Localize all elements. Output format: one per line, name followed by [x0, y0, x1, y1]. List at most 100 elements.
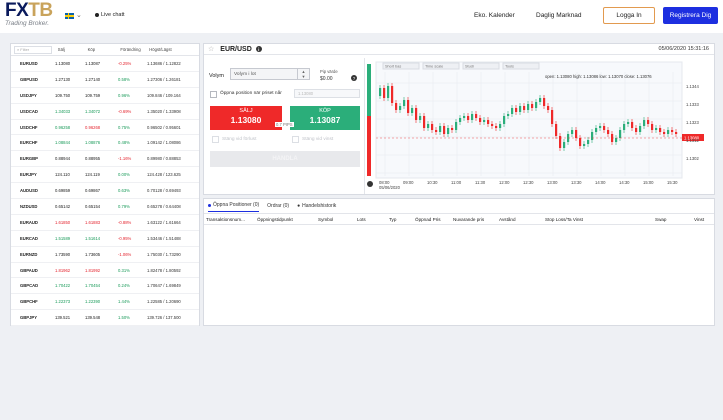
col-bid[interactable]: Sälj: [58, 47, 88, 52]
login-button[interactable]: Logga In: [603, 7, 655, 24]
tab-trade-history[interactable]: ● Handelshistorik: [297, 199, 336, 212]
candle-body: [659, 128, 662, 132]
col-profit[interactable]: Vinst: [694, 217, 704, 222]
chart-canvas[interactable]: Short bas Time scale Studi Tools open: 1.130…: [365, 58, 714, 194]
col-open-price[interactable]: Öppnad Pris: [415, 217, 441, 222]
buy-price: 1.13087: [309, 115, 341, 125]
info-icon[interactable]: i: [255, 46, 262, 52]
row-high-low: 1.13686 / 1.12822: [147, 60, 181, 66]
row-bid: 1.51589: [55, 235, 71, 241]
row-symbol: EURCHF: [20, 140, 38, 146]
volume-input[interactable]: Volym i lot ▲ ▼: [230, 68, 310, 80]
candle-body: [575, 130, 578, 138]
row-change: 0.31%: [118, 267, 130, 273]
fxtb-logo[interactable]: FXTB Trading Broker.: [5, 1, 53, 27]
open-price-placeholder: 1.13080: [298, 91, 314, 96]
buy-label: KÖP: [319, 108, 331, 114]
col-ask[interactable]: Köp: [88, 47, 121, 52]
tab-open-positions[interactable]: Öppna Positioner (0): [208, 199, 260, 212]
trade-submit-button[interactable]: HANDLA: [210, 151, 360, 167]
help-icon[interactable]: ?: [351, 75, 357, 81]
watchlist-row[interactable]: GBPJPY 139.521 139.548 1.50% 139.726 / 137.5…: [11, 310, 199, 327]
watchlist-row[interactable]: GBPCHF 1.22373 1.22390 1.44% 1.22585 / 1.206…: [11, 294, 199, 311]
col-lots[interactable]: Lots: [357, 217, 366, 222]
row-ask: 139.548: [85, 315, 101, 321]
price-chart[interactable]: Short bas Time scale Studi Tools open: 1.130…: [364, 58, 714, 194]
col-distance[interactable]: Avstånd: [499, 217, 516, 222]
watchlist-row[interactable]: EURNZD 1.73590 1.73605 -1.06% 1.75030 / 1.73…: [11, 247, 199, 263]
col-type[interactable]: Typ: [389, 217, 396, 222]
col-change[interactable]: Förändring: [120, 47, 149, 52]
take-profit-checkbox[interactable]: [292, 136, 299, 143]
watchlist-row[interactable]: EURUSD 1.13080 1.13087 -0.25% 1.13686 / 1.12…: [11, 56, 199, 72]
candle-body: [627, 122, 630, 124]
col-high-low[interactable]: Högst/Lägst: [149, 47, 199, 52]
col-swap[interactable]: Swap: [655, 217, 667, 222]
volume-stepper[interactable]: ▲ ▼: [297, 69, 309, 80]
candle-body: [415, 108, 418, 120]
watchlist-row[interactable]: GBPAUD 1.81962 1.81992 0.31% 1.82478 / 1.805…: [11, 263, 199, 279]
row-ask: 0.65154: [85, 203, 101, 209]
star-icon[interactable]: ☆: [208, 45, 214, 53]
x-axis-label: 13:00: [547, 180, 558, 185]
col-current-price[interactable]: Nuvarande pris: [453, 217, 484, 222]
watchlist-row[interactable]: EURAUD 1.61850 1.61883 -0.88% 1.63122 / 1.61…: [11, 215, 199, 231]
watchlist-row[interactable]: GBPUSD 1.27130 1.27140 0.58% 1.27306 / 1.261…: [11, 72, 199, 88]
candle-body: [603, 126, 606, 130]
candle-body: [663, 132, 666, 134]
watchlist-row[interactable]: EURJPY 124.110 124.119 0.00% 124.428 / 123.6…: [11, 167, 199, 184]
tab-orders[interactable]: Ordrar (0): [267, 199, 289, 212]
nav-daily-market[interactable]: Daglig Marknad: [536, 12, 582, 19]
watchlist-row[interactable]: EURGBP 0.88944 0.88955 -1.16% 0.89980 / 0.88…: [11, 151, 199, 168]
candle-body: [523, 106, 526, 110]
candle-body: [483, 120, 486, 122]
row-bid: 0.96258: [55, 124, 71, 130]
history-dot-icon: ●: [297, 202, 301, 209]
watchlist-row[interactable]: EURCHF 1.08844 1.08876 0.48% 1.09142 / 1.080…: [11, 135, 199, 152]
watchlist-row[interactable]: AUDUSD 0.69859 0.69867 0.63% 0.70128 / 0.694…: [11, 183, 199, 200]
row-high-low: 1.22585 / 1.20690: [147, 299, 181, 305]
candle-body: [407, 100, 410, 113]
stop-loss-checkbox[interactable]: [212, 136, 219, 143]
watchlist-row[interactable]: EURCAD 1.51589 1.51614 -0.95% 1.53446 / 1.51…: [11, 231, 199, 247]
logo-tagline: Trading Broker.: [5, 20, 50, 27]
watchlist-row[interactable]: USDCAD 1.34033 1.34072 -0.69% 1.35020 / 1.33…: [11, 104, 199, 120]
watchlist-row[interactable]: NZDUSD 0.65142 0.65154 0.79% 0.65278 / 0.644…: [11, 199, 199, 215]
row-ask: 1.27140: [85, 76, 101, 82]
candle-body: [499, 124, 502, 128]
chart-volume-bar-up: [367, 64, 371, 116]
chart-toolbar-label: Tools: [505, 65, 514, 69]
chart-toolbar-label: Time scale: [425, 65, 443, 69]
y-axis-label: 1.1333: [686, 102, 699, 107]
col-open-time[interactable]: Öppningstidpunkt: [257, 217, 293, 222]
row-high-low: 0.89980 / 0.88853: [147, 156, 181, 162]
row-bid: 1.27130: [55, 76, 71, 82]
row-change: 0.75%: [118, 124, 130, 130]
candle-body: [655, 128, 658, 130]
watchlist-row[interactable]: USDJPY 109.750 109.759 0.96% 109.846 / 109.1…: [11, 88, 199, 104]
candle-body: [463, 116, 466, 118]
watchlist-search-input[interactable]: ⌕ Filter: [14, 45, 52, 54]
col-sl-tp[interactable]: Stop Loss/Ta Vinst: [545, 217, 583, 222]
register-button[interactable]: Registrera Dig: [663, 7, 718, 24]
col-transaction[interactable]: Transaktionsnum...: [206, 217, 245, 222]
row-high-low: 1.53446 / 1.51488: [147, 235, 181, 241]
buy-button[interactable]: KÖP 1.13087: [290, 106, 360, 130]
col-symbol[interactable]: Symbol: [318, 217, 333, 222]
candle-body: [439, 126, 442, 132]
nav-eco-calendar[interactable]: Eko. Kalender: [474, 12, 515, 19]
row-bid: 1.61850: [55, 219, 71, 225]
sell-button[interactable]: SÄLJ 1.13080: [210, 106, 282, 130]
row-symbol: GBPCAD: [20, 283, 39, 289]
open-price-input[interactable]: 1.13080: [294, 89, 360, 98]
chevron-down-icon[interactable]: ⌄: [76, 11, 82, 19]
live-chat-link[interactable]: Live chatt: [95, 12, 125, 18]
search-icon: ⌕: [17, 47, 20, 52]
open-at-price-checkbox[interactable]: [210, 91, 217, 98]
watchlist-row[interactable]: GBPCAD 1.70422 1.70454 0.24% 1.70647 / 1.698…: [11, 278, 199, 295]
row-change: -0.95%: [118, 235, 132, 241]
sweden-flag-icon[interactable]: [65, 13, 74, 19]
row-ask: 1.22390: [85, 299, 101, 305]
row-high-low: 1.82478 / 1.80592: [147, 267, 181, 273]
watchlist-row[interactable]: USDCHF 0.96258 0.96268 0.75% 0.96502 / 0.956…: [11, 120, 199, 136]
